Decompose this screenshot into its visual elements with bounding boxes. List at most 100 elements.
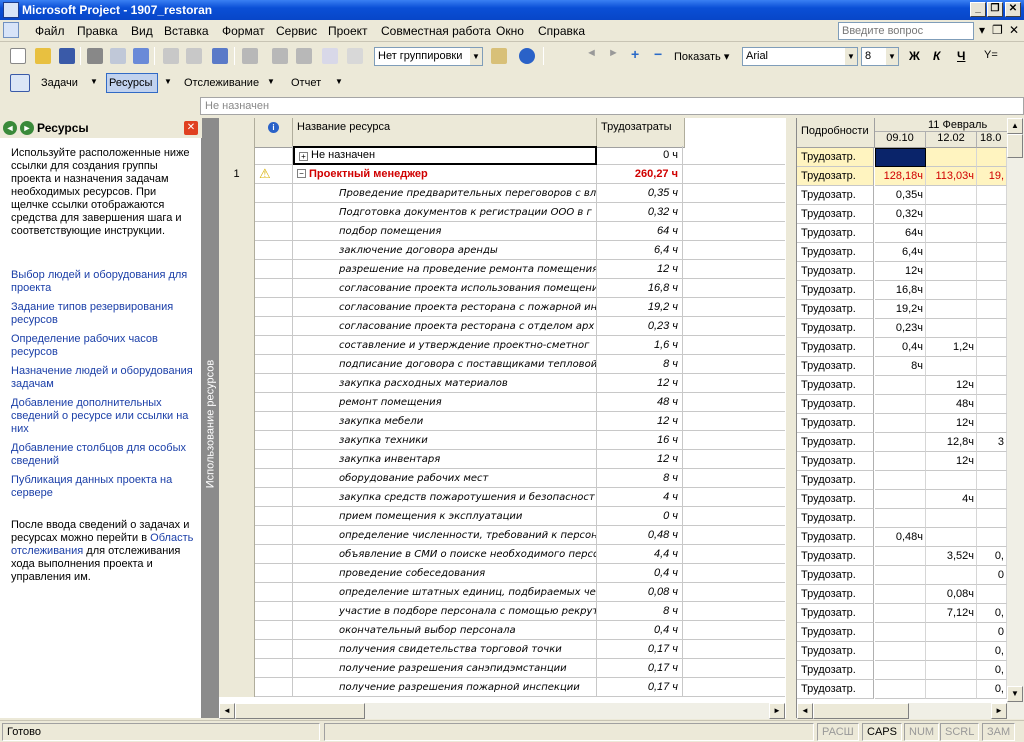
- resource-name-cell[interactable]: подписание договора с поставщиками тепло…: [293, 355, 597, 374]
- work-value-cell[interactable]: [977, 452, 1007, 471]
- menu-edit[interactable]: Правка: [77, 24, 118, 38]
- undo-icon[interactable]: [212, 48, 228, 64]
- menu-insert[interactable]: Вставка: [164, 24, 209, 38]
- work-value-cell[interactable]: 0,: [977, 547, 1007, 566]
- work-value-cell[interactable]: [926, 300, 977, 319]
- work-cell[interactable]: 0,35 ч: [597, 184, 683, 203]
- row-id[interactable]: [219, 564, 255, 583]
- work-value-cell[interactable]: 0: [977, 623, 1007, 642]
- work-cell[interactable]: 16 ч: [597, 431, 683, 450]
- entry-field[interactable]: Не назначен: [200, 97, 1024, 115]
- arrow-right-icon[interactable]: ►: [608, 47, 619, 59]
- scroll-down-icon[interactable]: ▼: [1007, 686, 1023, 702]
- row-id[interactable]: [219, 640, 255, 659]
- work-value-cell[interactable]: [926, 262, 977, 281]
- guide-icon[interactable]: [10, 74, 30, 92]
- work-value-cell[interactable]: [977, 509, 1007, 528]
- split-task-icon[interactable]: [296, 48, 312, 64]
- work-value-cell[interactable]: [977, 414, 1007, 433]
- row-id[interactable]: [219, 184, 255, 203]
- dropdown-arrow-icon[interactable]: ▾: [979, 23, 985, 37]
- resource-name-cell[interactable]: закупка расходных материалов: [293, 374, 597, 393]
- row-id[interactable]: [219, 317, 255, 336]
- table-row[interactable]: + Не назначен 0 ч: [219, 146, 785, 165]
- table-row[interactable]: закупка мебели 12 ч: [219, 412, 785, 431]
- work-value-cell[interactable]: 128,18ч: [875, 167, 926, 186]
- work-value-cell[interactable]: [977, 357, 1007, 376]
- resources-button[interactable]: Ресурсы: [106, 73, 158, 93]
- table-row[interactable]: проведение собеседования 0,4 ч: [219, 564, 785, 583]
- work-cell[interactable]: 4 ч: [597, 488, 683, 507]
- work-value-cell[interactable]: [977, 186, 1007, 205]
- menu-window[interactable]: Окно: [496, 24, 524, 38]
- work-cell[interactable]: 0,17 ч: [597, 640, 683, 659]
- table-row[interactable]: закупка средств пожаротушения и безопасн…: [219, 488, 785, 507]
- work-cell[interactable]: 1,6 ч: [597, 336, 683, 355]
- work-value-cell[interactable]: [926, 680, 977, 699]
- menu-format[interactable]: Формат: [222, 24, 265, 38]
- table-row[interactable]: получение разрешения санэпидэмстанции 0,1…: [219, 659, 785, 678]
- resource-name-cell[interactable]: проведение собеседования: [293, 564, 597, 583]
- table-row[interactable]: объявление в СМИ о поиске необходимого п…: [219, 545, 785, 564]
- resource-name-cell[interactable]: подбор помещения: [293, 222, 597, 241]
- link-tasks-icon[interactable]: [272, 48, 288, 64]
- resource-name-cell[interactable]: получение разрешения санэпидэмстанции: [293, 659, 597, 678]
- table-row[interactable]: Подготовка документов к регистрации ООО …: [219, 203, 785, 222]
- resource-name-cell[interactable]: закупка средств пожаротушения и безопасн…: [293, 488, 597, 507]
- resource-name-cell[interactable]: получение разрешения пожарной инспекции: [293, 678, 597, 697]
- warning-icon[interactable]: ⚠: [259, 166, 271, 182]
- scroll-thumb[interactable]: [1007, 134, 1023, 158]
- work-cell[interactable]: 0,4 ч: [597, 621, 683, 640]
- work-value-cell[interactable]: 0,32ч: [875, 205, 926, 224]
- resource-name-cell[interactable]: заключение договора аренды: [293, 241, 597, 260]
- work-value-cell[interactable]: 0,48ч: [875, 528, 926, 547]
- underline-button[interactable]: Ч: [957, 49, 965, 63]
- work-value-cell[interactable]: 0: [977, 566, 1007, 585]
- task-info-icon[interactable]: [322, 48, 338, 64]
- work-value-cell[interactable]: [875, 433, 926, 452]
- print-icon[interactable]: [87, 48, 103, 64]
- tasks-button[interactable]: Задачи: [41, 77, 78, 89]
- work-value-cell[interactable]: 6,4ч: [875, 243, 926, 262]
- save-icon[interactable]: [59, 48, 75, 64]
- table-row[interactable]: закупка расходных материалов 12 ч: [219, 374, 785, 393]
- work-cell[interactable]: 4,4 ч: [597, 545, 683, 564]
- menu-view[interactable]: Вид: [131, 24, 153, 38]
- row-id[interactable]: [219, 602, 255, 621]
- work-value-cell[interactable]: [926, 243, 977, 262]
- work-value-cell[interactable]: [875, 566, 926, 585]
- work-cell[interactable]: 8 ч: [597, 355, 683, 374]
- resource-name-cell[interactable]: участие в подборе персонала с помощью ре…: [293, 602, 597, 621]
- work-value-cell[interactable]: [977, 300, 1007, 319]
- menu-collaborate[interactable]: Совместная работа: [381, 24, 491, 38]
- link-publish[interactable]: Публикация данных проекта на сервере: [11, 474, 196, 500]
- table-row[interactable]: согласование проекта ресторана с отделом…: [219, 317, 785, 336]
- row-id[interactable]: [219, 507, 255, 526]
- work-value-cell[interactable]: [875, 623, 926, 642]
- document-icon[interactable]: [3, 22, 19, 38]
- resource-name-cell[interactable]: + Не назначен: [293, 146, 597, 165]
- resource-name-cell[interactable]: определение численности, требований к пе…: [293, 526, 597, 545]
- filter-icon[interactable]: Y=: [984, 49, 998, 61]
- font-size-select[interactable]: 8 ▼: [861, 47, 899, 66]
- table-row[interactable]: получение разрешения пожарной инспекции 0…: [219, 678, 785, 697]
- resource-name-cell[interactable]: − Проектный менеджер: [293, 165, 597, 184]
- work-value-cell[interactable]: [926, 319, 977, 338]
- font-select[interactable]: Arial ▼: [742, 47, 858, 66]
- work-value-cell[interactable]: 12ч: [926, 414, 977, 433]
- work-value-cell[interactable]: [875, 414, 926, 433]
- row-id[interactable]: [219, 469, 255, 488]
- work-cell[interactable]: 12 ч: [597, 412, 683, 431]
- menu-project[interactable]: Проект: [328, 24, 368, 38]
- resource-name-cell[interactable]: согласование проекта использования помещ…: [293, 279, 597, 298]
- table-row[interactable]: закупка инвентаря 12 ч: [219, 450, 785, 469]
- table-row[interactable]: прием помещения к эксплуатации 0 ч: [219, 507, 785, 526]
- resource-name-cell[interactable]: оборудование рабочих мест: [293, 469, 597, 488]
- table-horizontal-scrollbar[interactable]: ◄ ►: [219, 703, 785, 719]
- resource-name-cell[interactable]: закупка мебели: [293, 412, 597, 431]
- restore-doc-icon[interactable]: ❐: [992, 23, 1003, 37]
- table-row[interactable]: определение штатных единиц, подбираемых …: [219, 583, 785, 602]
- plus-icon[interactable]: +: [631, 46, 639, 62]
- bold-button[interactable]: Ж: [909, 49, 920, 63]
- work-cell[interactable]: 19,2 ч: [597, 298, 683, 317]
